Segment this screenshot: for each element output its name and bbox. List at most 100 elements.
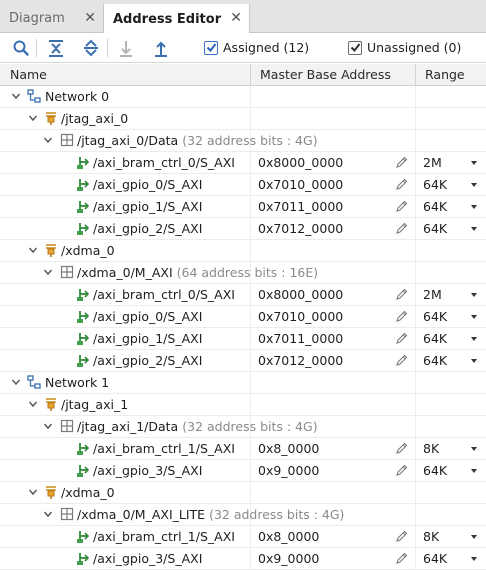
chevron-down-icon[interactable] bbox=[42, 508, 54, 520]
pencil-icon[interactable] bbox=[395, 530, 408, 543]
tab-diagram[interactable]: Diagram ✕ bbox=[0, 4, 103, 33]
range-value[interactable]: 2M bbox=[423, 284, 442, 306]
column-divider bbox=[415, 460, 416, 482]
move-down-icon[interactable] bbox=[116, 38, 136, 58]
table-row[interactable]: /axi_gpio_2/S_AXI 0x7012_0000 64K bbox=[0, 218, 486, 240]
chevron-down-icon[interactable] bbox=[42, 420, 54, 432]
assigned-filter-checkbox[interactable]: Assigned (12) bbox=[204, 40, 309, 55]
master-base-address[interactable]: 0x7010_0000 bbox=[258, 306, 343, 328]
table-row[interactable]: Network 1 bbox=[0, 372, 486, 394]
table-row[interactable]: /axi_bram_ctrl_0/S_AXI 0x8000_0000 2M bbox=[0, 152, 486, 174]
table-row[interactable]: /jtag_axi_1 bbox=[0, 394, 486, 416]
master-base-address[interactable]: 0x7011_0000 bbox=[258, 328, 343, 350]
pencil-icon[interactable] bbox=[395, 156, 408, 169]
pencil-icon[interactable] bbox=[395, 464, 408, 477]
dropdown-arrow-icon[interactable] bbox=[471, 447, 477, 451]
master-base-address[interactable]: 0x7012_0000 bbox=[258, 218, 343, 240]
table-row[interactable]: /xdma_0 bbox=[0, 482, 486, 504]
row-name: /jtag_axi_0 bbox=[61, 108, 128, 130]
row-name-label: /xdma_0 bbox=[61, 243, 115, 258]
pencil-icon[interactable] bbox=[395, 354, 408, 367]
dropdown-arrow-icon[interactable] bbox=[471, 337, 477, 341]
chevron-down-icon[interactable] bbox=[27, 398, 39, 410]
dropdown-arrow-icon[interactable] bbox=[471, 205, 477, 209]
chevron-down-icon[interactable] bbox=[10, 90, 22, 102]
pencil-icon[interactable] bbox=[395, 222, 408, 235]
table-row[interactable]: /jtag_axi_0/Data (32 address bits : 4G) bbox=[0, 130, 486, 152]
master-base-address[interactable]: 0x8000_0000 bbox=[258, 284, 343, 306]
dropdown-arrow-icon[interactable] bbox=[471, 183, 477, 187]
column-header-range[interactable]: Range bbox=[415, 64, 465, 86]
master-base-address[interactable]: 0x7012_0000 bbox=[258, 350, 343, 372]
table-row[interactable]: /xdma_0 bbox=[0, 240, 486, 262]
range-value[interactable]: 64K bbox=[423, 174, 447, 196]
column-divider bbox=[415, 306, 416, 328]
pencil-icon[interactable] bbox=[395, 178, 408, 191]
table-row[interactable]: /xdma_0/M_AXI_LITE (32 address bits : 4G) bbox=[0, 504, 486, 526]
dropdown-arrow-icon[interactable] bbox=[471, 469, 477, 473]
range-value[interactable]: 8K bbox=[423, 438, 439, 460]
dropdown-arrow-icon[interactable] bbox=[471, 359, 477, 363]
master-base-address[interactable]: 0x9_0000 bbox=[258, 460, 319, 482]
range-value[interactable]: 64K bbox=[423, 328, 447, 350]
dropdown-arrow-icon[interactable] bbox=[471, 227, 477, 231]
master-base-address[interactable]: 0x8_0000 bbox=[258, 526, 319, 548]
close-icon[interactable]: ✕ bbox=[84, 10, 96, 26]
tab-address-editor[interactable]: Address Editor ✕ bbox=[103, 4, 250, 34]
table-row[interactable]: /jtag_axi_1/Data (32 address bits : 4G) bbox=[0, 416, 486, 438]
range-value[interactable]: 2M bbox=[423, 152, 442, 174]
chevron-down-icon[interactable] bbox=[42, 134, 54, 146]
unassigned-filter-label: Unassigned (0) bbox=[367, 40, 462, 55]
table-row[interactable]: /axi_gpio_0/S_AXI 0x7010_0000 64K bbox=[0, 174, 486, 196]
master-base-address[interactable]: 0x8_0000 bbox=[258, 438, 319, 460]
expand-all-icon[interactable] bbox=[81, 38, 101, 58]
unassigned-filter-checkbox[interactable]: Unassigned (0) bbox=[348, 40, 461, 55]
chevron-down-icon[interactable] bbox=[10, 376, 22, 388]
table-row[interactable]: Network 0 bbox=[0, 86, 486, 108]
table-row[interactable]: /jtag_axi_0 bbox=[0, 108, 486, 130]
table-row[interactable]: /axi_gpio_3/S_AXI 0x9_0000 64K bbox=[0, 548, 486, 570]
chevron-down-icon[interactable] bbox=[27, 486, 39, 498]
column-header-name[interactable]: Name bbox=[0, 64, 47, 86]
table-row[interactable]: /axi_gpio_0/S_AXI 0x7010_0000 64K bbox=[0, 306, 486, 328]
pencil-icon[interactable] bbox=[395, 332, 408, 345]
chevron-down-icon[interactable] bbox=[42, 266, 54, 278]
pencil-icon[interactable] bbox=[395, 442, 408, 455]
table-row[interactable]: /axi_bram_ctrl_1/S_AXI 0x8_0000 8K bbox=[0, 526, 486, 548]
table-row[interactable]: /axi_gpio_3/S_AXI 0x9_0000 64K bbox=[0, 460, 486, 482]
master-base-address[interactable]: 0x9_0000 bbox=[258, 548, 319, 570]
table-row[interactable]: /axi_gpio_1/S_AXI 0x7011_0000 64K bbox=[0, 196, 486, 218]
table-row[interactable]: /axi_bram_ctrl_0/S_AXI 0x8000_0000 2M bbox=[0, 284, 486, 306]
dropdown-arrow-icon[interactable] bbox=[471, 535, 477, 539]
column-header-address[interactable]: Master Base Address bbox=[250, 64, 391, 86]
range-value[interactable]: 8K bbox=[423, 526, 439, 548]
table-row[interactable]: /axi_bram_ctrl_1/S_AXI 0x8_0000 8K bbox=[0, 438, 486, 460]
range-value[interactable]: 64K bbox=[423, 196, 447, 218]
chevron-down-icon[interactable] bbox=[27, 244, 39, 256]
table-row[interactable]: /xdma_0/M_AXI (64 address bits : 16E) bbox=[0, 262, 486, 284]
dropdown-arrow-icon[interactable] bbox=[471, 315, 477, 319]
pencil-icon[interactable] bbox=[395, 552, 408, 565]
range-value[interactable]: 64K bbox=[423, 548, 447, 570]
move-up-icon[interactable] bbox=[151, 38, 171, 58]
dropdown-arrow-icon[interactable] bbox=[471, 161, 477, 165]
dropdown-arrow-icon[interactable] bbox=[471, 557, 477, 561]
pencil-icon[interactable] bbox=[395, 200, 408, 213]
range-value[interactable]: 64K bbox=[423, 306, 447, 328]
collapse-all-icon[interactable] bbox=[46, 38, 66, 58]
search-icon[interactable] bbox=[11, 38, 31, 58]
range-value[interactable]: 64K bbox=[423, 460, 447, 482]
dropdown-arrow-icon[interactable] bbox=[471, 293, 477, 297]
pencil-icon[interactable] bbox=[395, 288, 408, 301]
column-divider bbox=[250, 108, 251, 130]
pencil-icon[interactable] bbox=[395, 310, 408, 323]
close-icon[interactable]: ✕ bbox=[230, 10, 242, 26]
master-base-address[interactable]: 0x7011_0000 bbox=[258, 196, 343, 218]
range-value[interactable]: 64K bbox=[423, 350, 447, 372]
master-base-address[interactable]: 0x8000_0000 bbox=[258, 152, 343, 174]
range-value[interactable]: 64K bbox=[423, 218, 447, 240]
table-row[interactable]: /axi_gpio_2/S_AXI 0x7012_0000 64K bbox=[0, 350, 486, 372]
table-row[interactable]: /axi_gpio_1/S_AXI 0x7011_0000 64K bbox=[0, 328, 486, 350]
master-base-address[interactable]: 0x7010_0000 bbox=[258, 174, 343, 196]
chevron-down-icon[interactable] bbox=[27, 112, 39, 124]
